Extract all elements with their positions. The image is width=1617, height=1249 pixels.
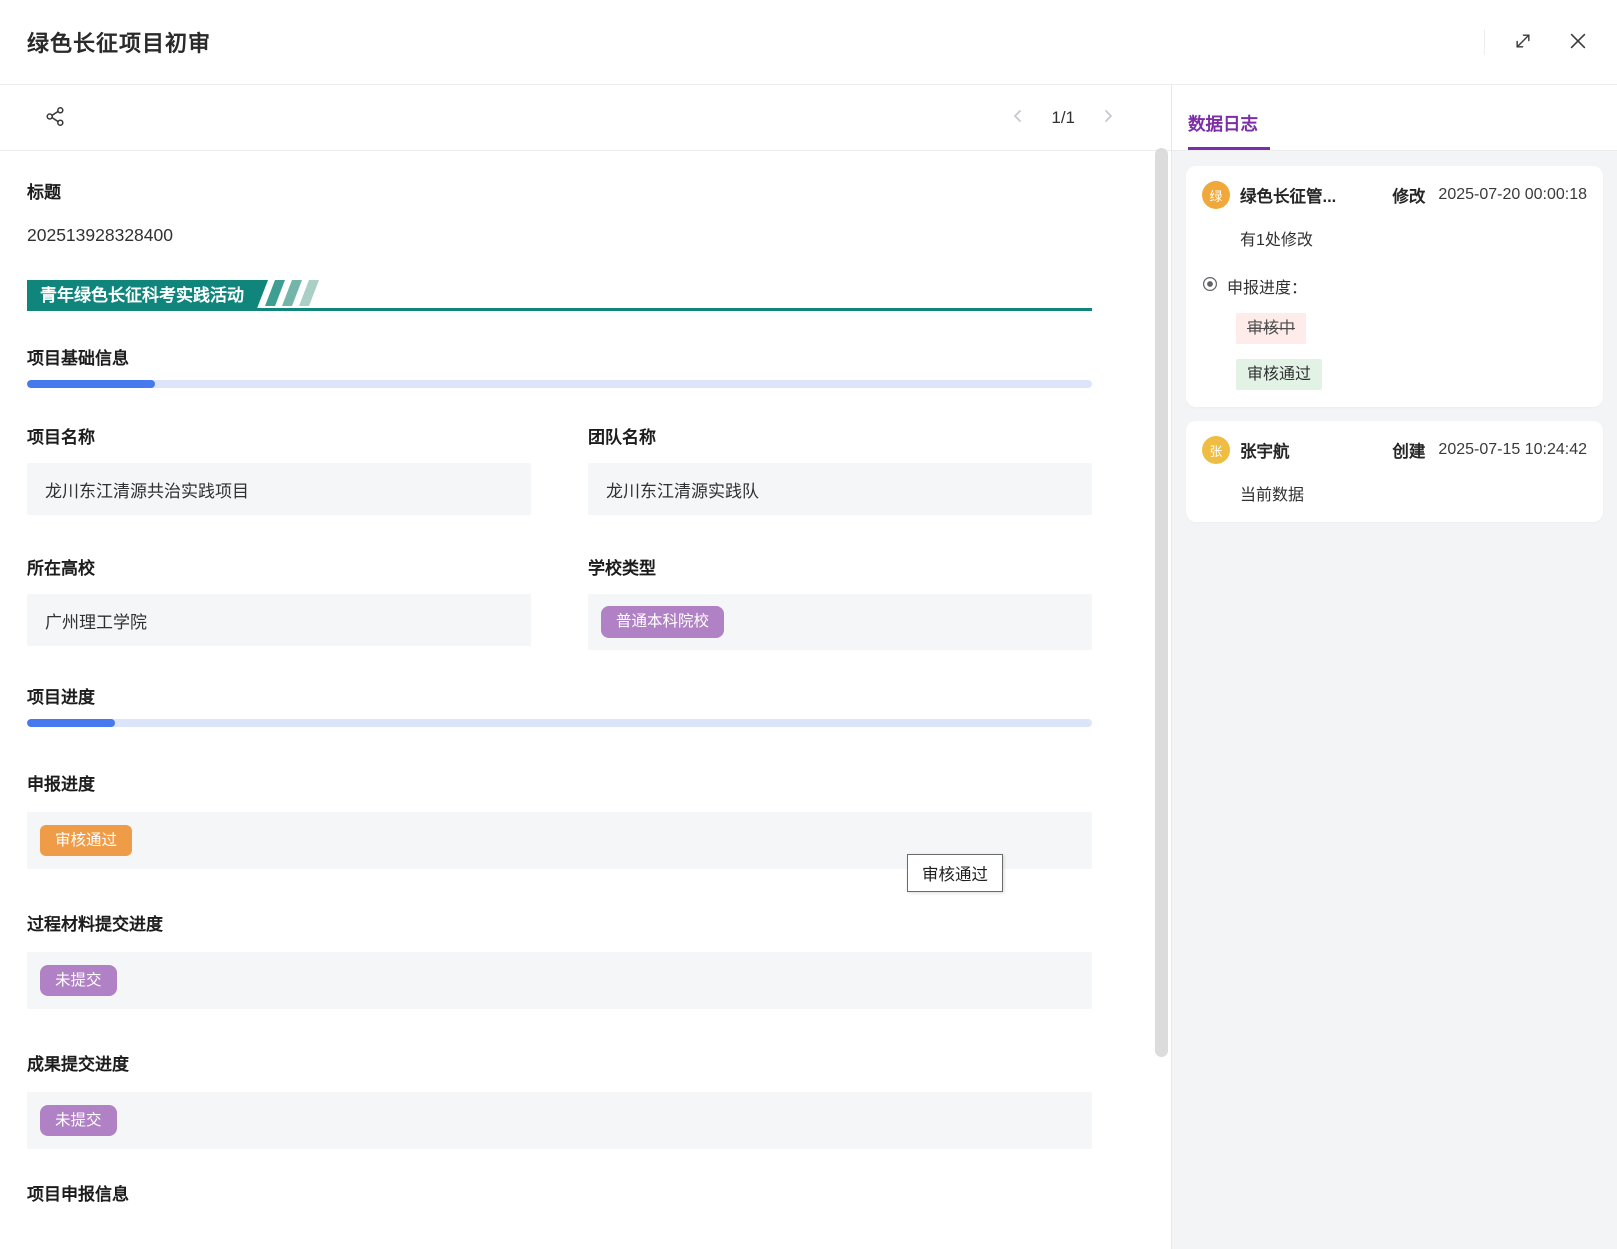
university-label: 所在高校 — [27, 559, 531, 579]
titlebar-divider — [1484, 29, 1485, 55]
school-type-label: 学校类型 — [588, 559, 1092, 579]
result-progress-badge: 未提交 — [40, 1105, 117, 1137]
school-type-badge: 普通本科院校 — [601, 606, 724, 638]
material-progress-field: 未提交 — [27, 952, 1092, 1009]
section-basic-info: 项目基础信息 — [27, 349, 1092, 368]
titlebar: 绿色长征项目初审 — [0, 0, 1617, 85]
avatar: 绿 — [1202, 181, 1230, 209]
log-card: 绿 绿色长征管... 修改 2025-07-20 00:00:18 有1处修改 … — [1186, 166, 1603, 407]
scrollbar-thumb[interactable] — [1155, 148, 1168, 1057]
team-name-label: 团队名称 — [588, 428, 1092, 448]
review-modal: 绿色长征项目初审 — [0, 0, 1617, 1249]
form-content: 标题 202513928328400 青年绿色长征科考实践活动 项目基础信息 项… — [0, 151, 1171, 1204]
section-progress-fill — [27, 380, 155, 388]
banner-stripe — [299, 280, 319, 306]
log-action: 修改 — [1392, 183, 1425, 207]
record-title-label: 标题 — [27, 183, 1092, 203]
log-user-name: 绿色长征管... — [1240, 183, 1392, 207]
form-field: 团队名称 龙川东江清源实践队 — [588, 428, 1092, 515]
record-pager: 1/1 — [1009, 107, 1117, 128]
school-type-field: 普通本科院校 — [588, 594, 1092, 650]
project-name-label: 项目名称 — [27, 428, 531, 448]
close-icon — [1567, 30, 1589, 55]
log-card: 张 张宇航 创建 2025-07-15 10:24:42 当前数据 — [1186, 421, 1603, 522]
log-action: 创建 — [1392, 438, 1425, 462]
apply-progress-label: 申报进度 — [27, 775, 1092, 795]
log-head: 张 张宇航 创建 2025-07-15 10:24:42 — [1202, 436, 1587, 464]
section-progress-track — [27, 380, 1092, 388]
result-progress-field: 未提交 — [27, 1092, 1092, 1149]
result-progress-label: 成果提交进度 — [27, 1055, 1092, 1075]
banner-stripe — [265, 280, 285, 306]
log-summary: 当前数据 — [1240, 481, 1587, 505]
log-change: 申报进度： 审核中 审核通过 — [1202, 274, 1587, 390]
section-project-progress: 项目进度 — [27, 688, 1092, 707]
apply-progress-badge: 审核通过 — [40, 825, 132, 857]
new-value-pill: 审核通过 — [1236, 359, 1322, 390]
hover-tooltip: 审核通过 — [907, 854, 1003, 892]
change-new-row: 审核通过 — [1236, 359, 1587, 390]
chevron-left-icon — [1011, 109, 1025, 126]
activity-banner: 青年绿色长征科考实践活动 — [27, 280, 1092, 311]
tab-data-log[interactable]: 数据日志 — [1188, 111, 1270, 150]
log-user-name: 张宇航 — [1240, 438, 1392, 462]
form-field: 所在高校 广州理工学院 — [27, 559, 531, 650]
banner-stripe — [282, 280, 302, 306]
prev-record-button[interactable] — [1009, 107, 1027, 128]
titlebar-actions — [1484, 26, 1593, 59]
log-timestamp: 2025-07-20 00:00:18 — [1438, 186, 1587, 204]
old-value-pill: 审核中 — [1236, 313, 1306, 344]
university-field: 广州理工学院 — [27, 594, 531, 646]
change-old-row: 审核中 — [1236, 313, 1587, 344]
activity-banner-text: 青年绿色长征科考实践活动 — [27, 280, 268, 311]
close-button[interactable] — [1563, 26, 1593, 59]
team-name-field: 龙川东江清源实践队 — [588, 463, 1092, 515]
log-head: 绿 绿色长征管... 修改 2025-07-20 00:00:18 — [1202, 181, 1587, 209]
form-field: 学校类型 普通本科院校 — [588, 559, 1092, 650]
share-button[interactable] — [40, 101, 71, 135]
chevron-right-icon — [1101, 109, 1115, 126]
form-field: 项目名称 龙川东江清源共治实践项目 — [27, 428, 531, 515]
record-title-value: 202513928328400 — [27, 225, 1092, 246]
share-icon — [44, 105, 67, 131]
form-toolbar: 1/1 — [0, 85, 1171, 151]
pager-position: 1/1 — [1051, 108, 1075, 128]
radio-dot-icon — [1202, 276, 1218, 297]
expand-icon — [1513, 31, 1533, 54]
log-summary: 有1处修改 — [1240, 226, 1587, 250]
expand-button[interactable] — [1509, 27, 1537, 58]
material-progress-badge: 未提交 — [40, 965, 117, 997]
section-progress-fill — [27, 719, 115, 727]
form-pane: 1/1 标题 202513928328400 青年绿色长征科考实践活动 — [0, 85, 1172, 1249]
section-progress-track — [27, 719, 1092, 727]
next-record-button[interactable] — [1099, 107, 1117, 128]
apply-progress-field: 审核通过 审核通过 — [27, 812, 1092, 869]
log-list: 绿 绿色长征管... 修改 2025-07-20 00:00:18 有1处修改 … — [1172, 151, 1617, 537]
sidebar-header: 数据日志 — [1172, 85, 1617, 151]
page-title: 绿色长征项目初审 — [27, 26, 211, 58]
project-name-field: 龙川东江清源共治实践项目 — [27, 463, 531, 515]
log-timestamp: 2025-07-15 10:24:42 — [1438, 441, 1587, 459]
changed-field-label: 申报进度： — [1227, 274, 1307, 298]
data-log-sidebar: 数据日志 绿 绿色长征管... 修改 2025-07-20 00:00:18 有… — [1172, 85, 1617, 1249]
material-progress-label: 过程材料提交进度 — [27, 915, 1092, 935]
section-apply-info: 项目申报信息 — [27, 1185, 1092, 1204]
avatar: 张 — [1202, 436, 1230, 464]
change-head: 申报进度： — [1202, 274, 1587, 298]
